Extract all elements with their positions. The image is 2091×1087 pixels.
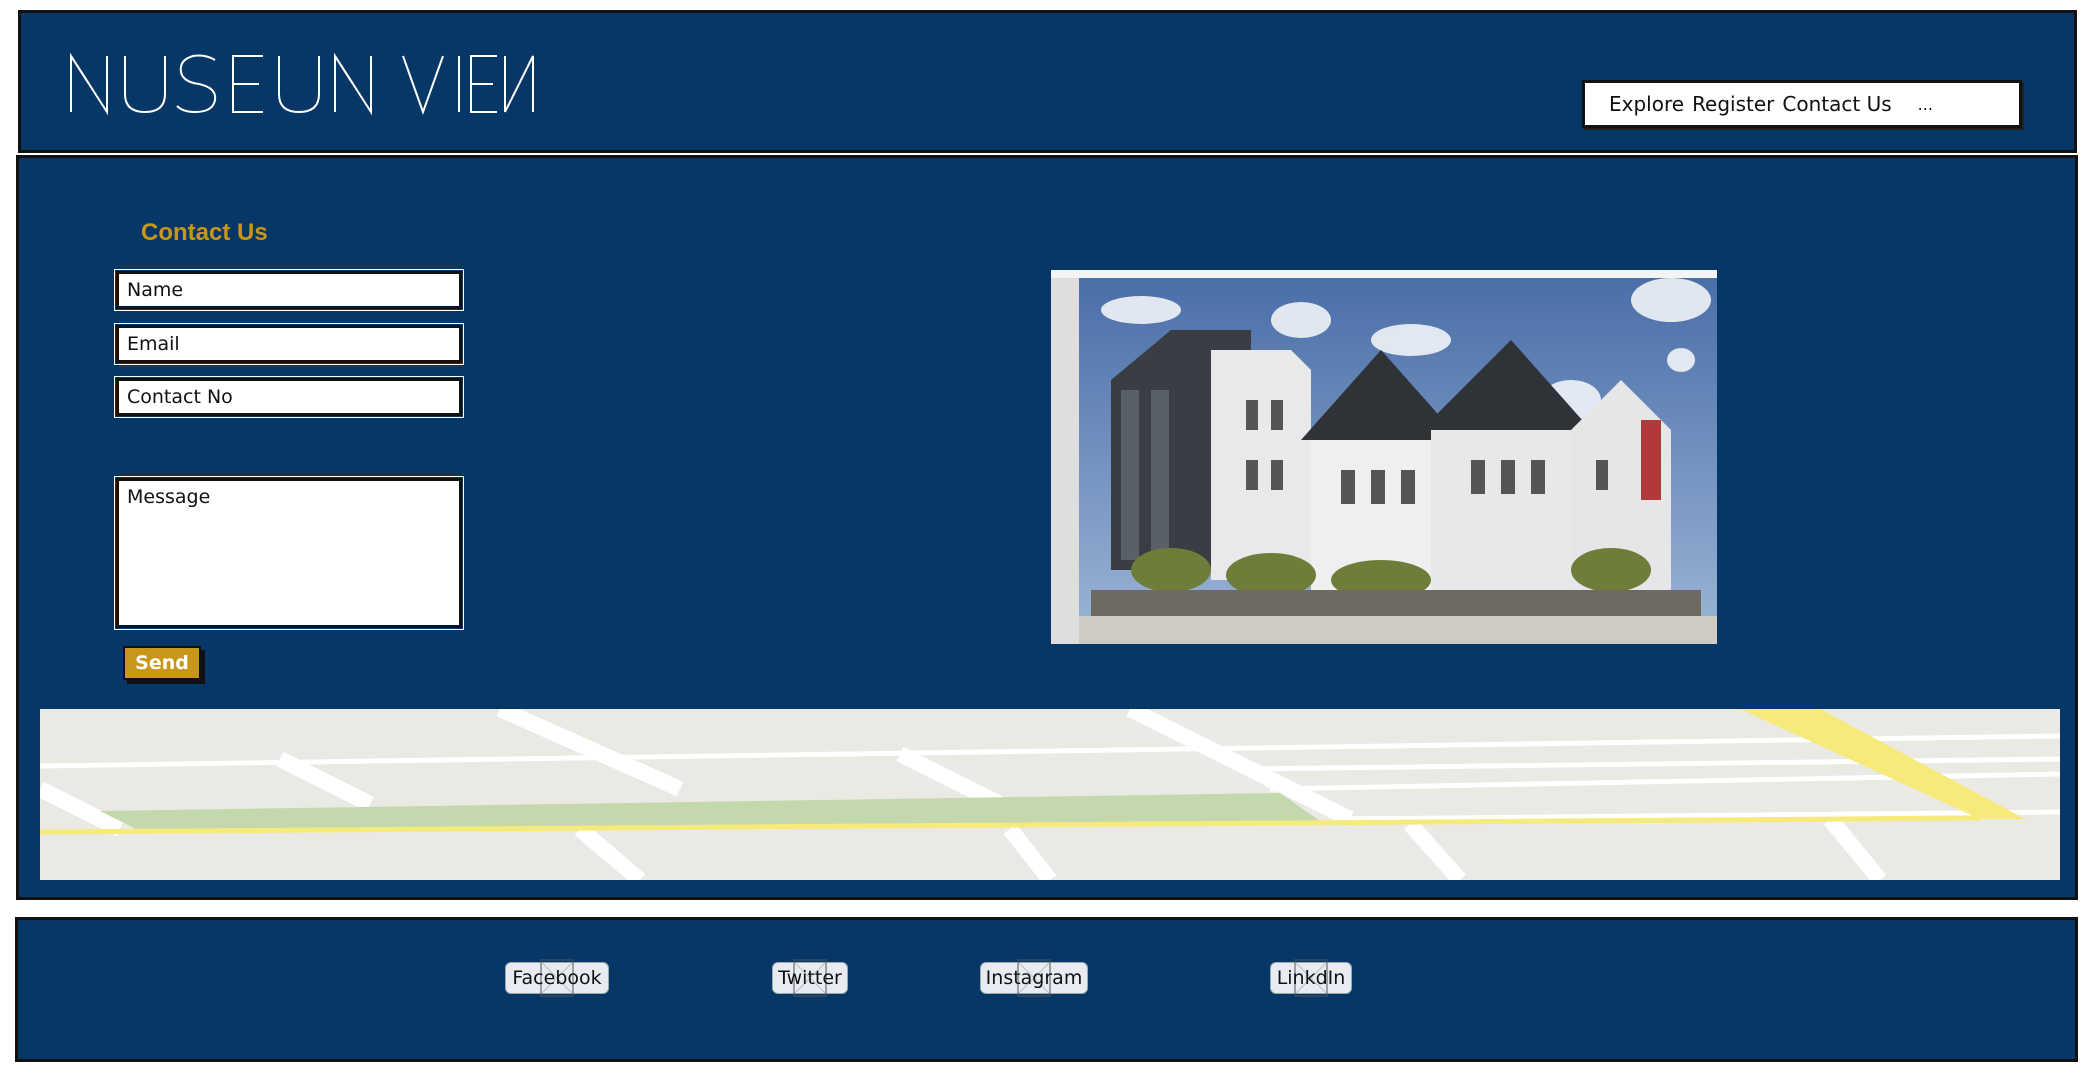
nav-contact-us[interactable]: Contact Us [1782,92,1891,116]
send-button[interactable]: Send [123,646,201,680]
header: Explore Register Contact Us ... [18,10,2077,153]
nav-register[interactable]: Register [1692,92,1774,116]
top-nav: Explore Register Contact Us ... [1582,80,2022,128]
nav-explore[interactable]: Explore [1609,92,1684,116]
nav-more[interactable]: ... [1918,95,1933,114]
name-field[interactable]: Name [114,269,464,311]
footer: Facebook Twitter Instagram LinkdIn [15,917,2078,1062]
linkedin-label: LinkdIn [1276,967,1346,989]
twitter-label: Twitter [778,967,842,989]
message-field[interactable]: Message [114,476,464,630]
email-field[interactable]: Email [114,323,464,365]
location-map[interactable] [40,709,2060,880]
contact-no-field[interactable]: Contact No [114,376,464,418]
twitter-link[interactable]: Twitter [772,962,848,994]
instagram-label: Instagram [985,967,1083,989]
instagram-link[interactable]: Instagram [980,962,1088,994]
building-image [1051,270,1717,644]
facebook-label: Facebook [512,967,602,989]
facebook-link[interactable]: Facebook [505,962,609,994]
linkedin-link[interactable]: LinkdIn [1270,962,1352,994]
contact-title: Contact Us [141,219,268,246]
main-content: Contact Us Name Email Contact No Message… [16,155,2078,900]
museum-view-logo[interactable] [67,43,537,123]
